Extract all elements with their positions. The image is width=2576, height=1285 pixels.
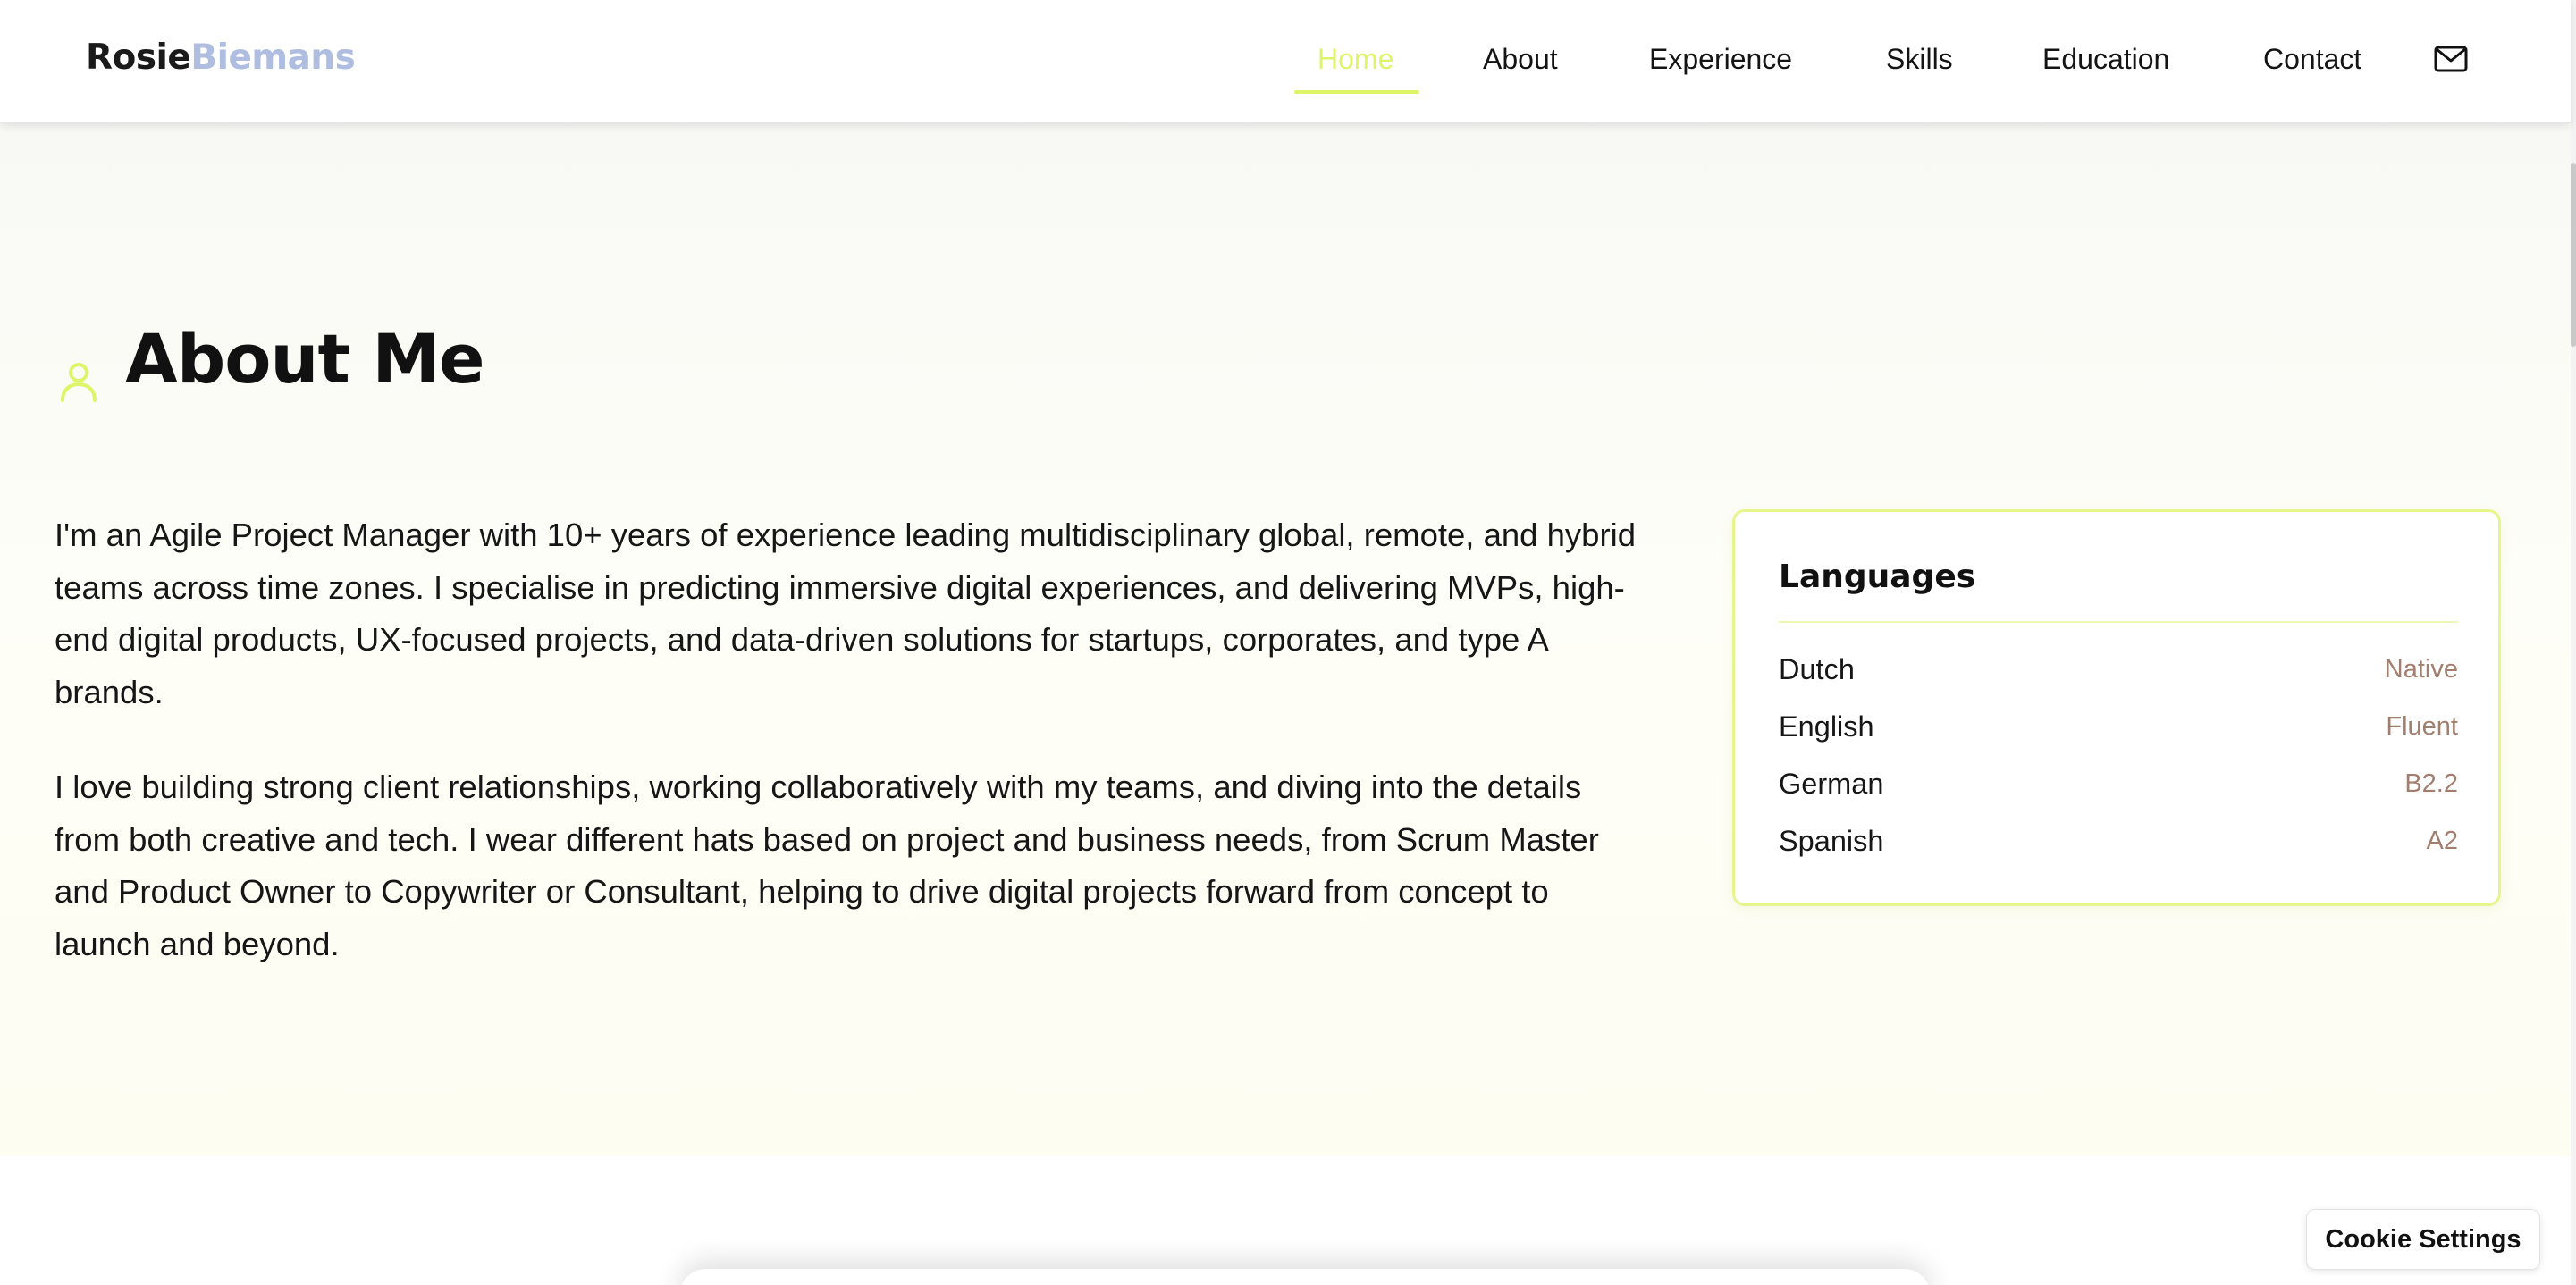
languages-card: Languages Dutch Native English Fluent Ge…: [1732, 509, 2501, 906]
languages-title: Languages: [1779, 559, 1976, 595]
section-title: About Me: [125, 319, 485, 399]
language-level: Native: [2384, 655, 2458, 684]
language-level: B2.2: [2404, 769, 2458, 798]
logo-first-name: Rosie: [86, 38, 191, 78]
language-row: Dutch Native: [1779, 647, 2458, 692]
language-level: A2: [2426, 827, 2458, 855]
language-name: Dutch: [1779, 653, 1855, 685]
cookie-settings-button[interactable]: Cookie Settings: [2306, 1209, 2540, 1270]
nav-active-indicator: [1294, 90, 1419, 94]
scrollbar-thumb[interactable]: [2571, 163, 2576, 347]
language-row: Spanish A2: [1779, 819, 2458, 863]
next-section-card: [679, 1269, 1931, 1285]
navbar: RosieBiemans Home About Experience Skill…: [0, 0, 2571, 123]
logo[interactable]: RosieBiemans: [86, 38, 356, 79]
nav-skills[interactable]: Skills: [1886, 39, 1953, 80]
nav-contact[interactable]: Contact: [2263, 39, 2361, 80]
user-icon: [57, 359, 100, 402]
logo-last-name: Biemans: [190, 38, 356, 78]
bio-paragraph: I'm an Agile Project Manager with 10+ ye…: [55, 517, 1637, 710]
bio-paragraph: I love building strong client relationsh…: [55, 768, 1599, 962]
language-name: German: [1779, 768, 1884, 800]
language-row: English Fluent: [1779, 704, 2458, 749]
nav-education[interactable]: Education: [2042, 39, 2169, 80]
languages-divider: [1779, 621, 2458, 623]
page: RosieBiemans Home About Experience Skill…: [0, 0, 2576, 1285]
nav-experience[interactable]: Experience: [1649, 39, 1792, 80]
language-row: German B2.2: [1779, 761, 2458, 806]
nav-about[interactable]: About: [1483, 39, 1558, 80]
language-name: English: [1779, 710, 1874, 743]
language-level: Fluent: [2386, 712, 2458, 741]
language-name: Spanish: [1779, 825, 1884, 857]
nav-home[interactable]: Home: [1317, 39, 1393, 80]
mail-icon[interactable]: [2433, 41, 2469, 77]
